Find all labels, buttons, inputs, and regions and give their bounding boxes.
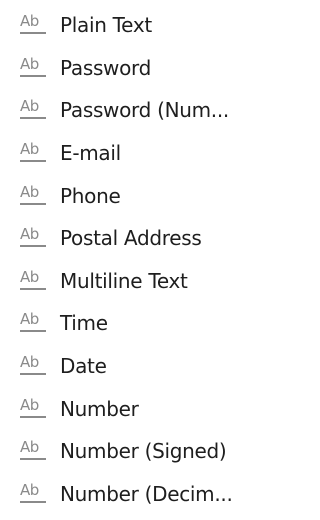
text-field-icon: Ab [20, 183, 46, 208]
palette-item-number-signed[interactable]: Ab Number (Signed) [0, 430, 273, 473]
palette-item-label: Time [60, 311, 108, 336]
palette-item-label: Password [60, 55, 152, 80]
text-fields-palette: Ab Plain Text Ab Password Ab Password (N… [0, 0, 273, 520]
palette-item-number[interactable]: Ab Number [0, 387, 273, 430]
palette-item-plain-text[interactable]: Ab Plain Text [0, 4, 273, 47]
palette-item-label: Number (Decim... [60, 481, 233, 506]
palette-item-date[interactable]: Ab Date [0, 345, 273, 388]
palette-item-label: Number [60, 396, 139, 421]
text-field-icon: Ab [20, 225, 46, 250]
palette-item-email[interactable]: Ab E-mail [0, 132, 273, 175]
palette-item-password[interactable]: Ab Password [0, 47, 273, 90]
palette-item-label: Plain Text [60, 13, 152, 38]
palette-item-password-numeric[interactable]: Ab Password (Num... [0, 89, 273, 132]
text-field-icon: Ab [20, 55, 46, 80]
palette-item-phone[interactable]: Ab Phone [0, 174, 273, 217]
text-field-icon: Ab [20, 396, 46, 421]
palette-item-number-decimal[interactable]: Ab Number (Decim... [0, 473, 273, 516]
text-field-icon: Ab [20, 268, 46, 293]
palette-item-label: E-mail [60, 141, 121, 166]
palette-item-time[interactable]: Ab Time [0, 302, 273, 345]
text-field-icon: Ab [20, 310, 46, 335]
palette-item-label: Phone [60, 183, 121, 208]
palette-item-label: Postal Address [60, 226, 202, 251]
text-field-icon: Ab [20, 12, 46, 37]
palette-item-label: Number (Signed) [60, 439, 227, 464]
palette-item-label: Password (Num... [60, 98, 229, 123]
text-field-icon: Ab [20, 140, 46, 165]
text-field-icon: Ab [20, 353, 46, 378]
palette-item-label: Date [60, 354, 107, 379]
palette-item-label: Multiline Text [60, 268, 188, 293]
text-field-icon: Ab [20, 438, 46, 463]
palette-item-multiline-text[interactable]: Ab Multiline Text [0, 260, 273, 303]
text-field-icon: Ab [20, 481, 46, 506]
palette-item-postal-address[interactable]: Ab Postal Address [0, 217, 273, 260]
text-field-icon: Ab [20, 97, 46, 122]
